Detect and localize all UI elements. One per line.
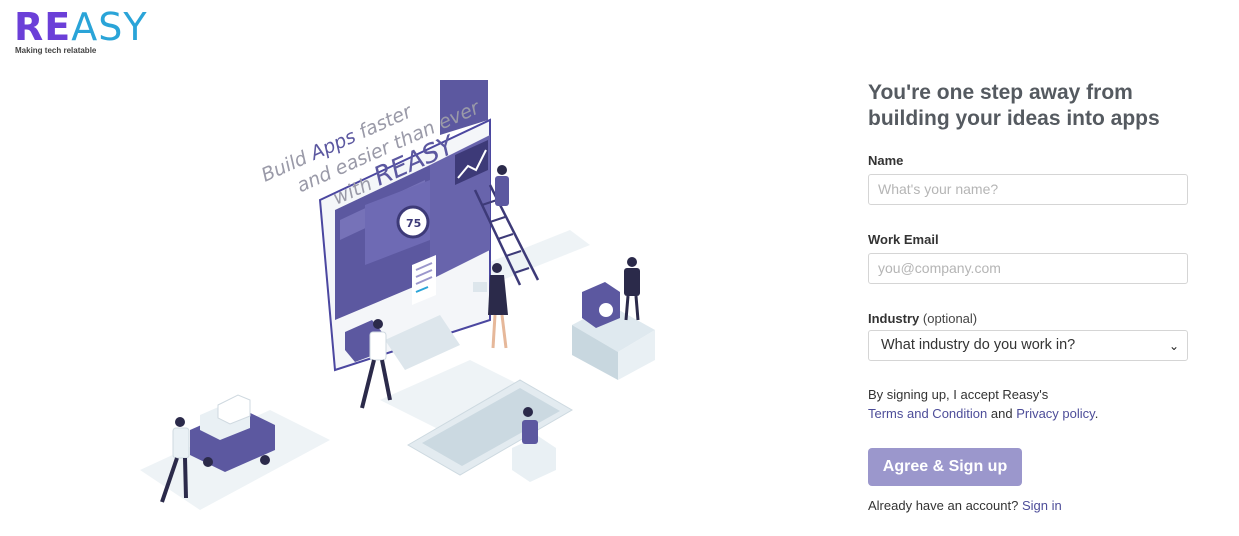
- tablet: [473, 282, 487, 292]
- work-email-input[interactable]: you@company.com: [868, 253, 1188, 284]
- terms-prefix: By signing up, I accept Reasy's: [868, 387, 1049, 402]
- cart-pusher-body: [172, 427, 190, 459]
- woman-leg: [491, 314, 497, 349]
- ladder-rung: [497, 233, 514, 240]
- person-on-ladder-head: [497, 165, 507, 175]
- chevron-down-icon: ⌄: [1168, 339, 1179, 353]
- terms-link[interactable]: Terms and Condition: [868, 406, 987, 421]
- woman-head: [492, 263, 502, 273]
- logo-wordmark-asy: ASY: [71, 5, 148, 49]
- page-title: You're one step away from building your …: [868, 80, 1188, 132]
- carrier-leg: [380, 359, 392, 401]
- terms-text: By signing up, I accept Reasy's Terms an…: [868, 385, 1188, 423]
- industry-select-value: What industry do you work in?: [881, 337, 1076, 353]
- woman-dress: [488, 275, 508, 315]
- desk-man-head: [627, 257, 637, 267]
- carrier-leg: [360, 359, 376, 409]
- carrier-body: [369, 331, 387, 361]
- isometric-illustration: 75 Build Apps faster and easier than eve…: [140, 80, 655, 510]
- industry-label: Industry (optional): [868, 311, 1188, 326]
- page-title-line-1: You're one step away from: [868, 81, 1133, 104]
- logo-wordmark-re: RE: [14, 5, 72, 49]
- desk-man-leg: [634, 295, 640, 321]
- person-on-ladder-body: [495, 176, 509, 206]
- logo-tagline: Making tech relatable: [15, 46, 97, 55]
- industry-select[interactable]: What industry do you work in? ⌄: [868, 330, 1188, 361]
- industry-label-text: Industry: [868, 311, 920, 326]
- sitting-person-head: [523, 407, 533, 417]
- terms-period: .: [1094, 406, 1099, 421]
- brand-logo[interactable]: REASY Making tech relatable: [14, 8, 174, 58]
- desk-man-leg: [624, 295, 630, 321]
- score-badge-value: 75: [406, 217, 421, 230]
- name-input[interactable]: What's your name?: [868, 174, 1188, 205]
- signin-prompt: Already have an account? Sign in: [868, 498, 1188, 513]
- hero-illustration: 75 Build Apps faster and easier than eve…: [140, 70, 700, 520]
- name-label: Name: [868, 153, 904, 168]
- signup-form: You're one step away from building your …: [868, 80, 1188, 513]
- terms-links-line: Terms and Condition and Privacy policy.: [868, 404, 1188, 423]
- signin-link[interactable]: Sign in: [1022, 498, 1062, 513]
- cart-wheel: [203, 457, 213, 467]
- sitting-person-body: [522, 420, 538, 444]
- desk-computer-lens-icon: [599, 303, 613, 317]
- cart-wheel: [260, 455, 270, 465]
- privacy-policy-link[interactable]: Privacy policy: [1016, 406, 1095, 421]
- desk-man-body: [624, 268, 640, 296]
- carrier-head: [373, 319, 383, 329]
- logo-wordmark: REASY: [14, 8, 174, 46]
- agree-signup-button[interactable]: Agree & Sign up: [868, 448, 1022, 486]
- cart-pusher-head: [175, 417, 185, 427]
- industry-optional-note: (optional): [922, 311, 978, 326]
- signin-prefix: Already have an account?: [868, 498, 1019, 513]
- page-title-line-2: building your ideas into apps: [868, 107, 1160, 130]
- cart-pusher-leg: [183, 457, 188, 499]
- terms-and: and: [990, 406, 1013, 421]
- ladder-rung: [489, 216, 506, 223]
- woman-leg: [500, 314, 508, 349]
- work-email-label: Work Email: [868, 232, 939, 247]
